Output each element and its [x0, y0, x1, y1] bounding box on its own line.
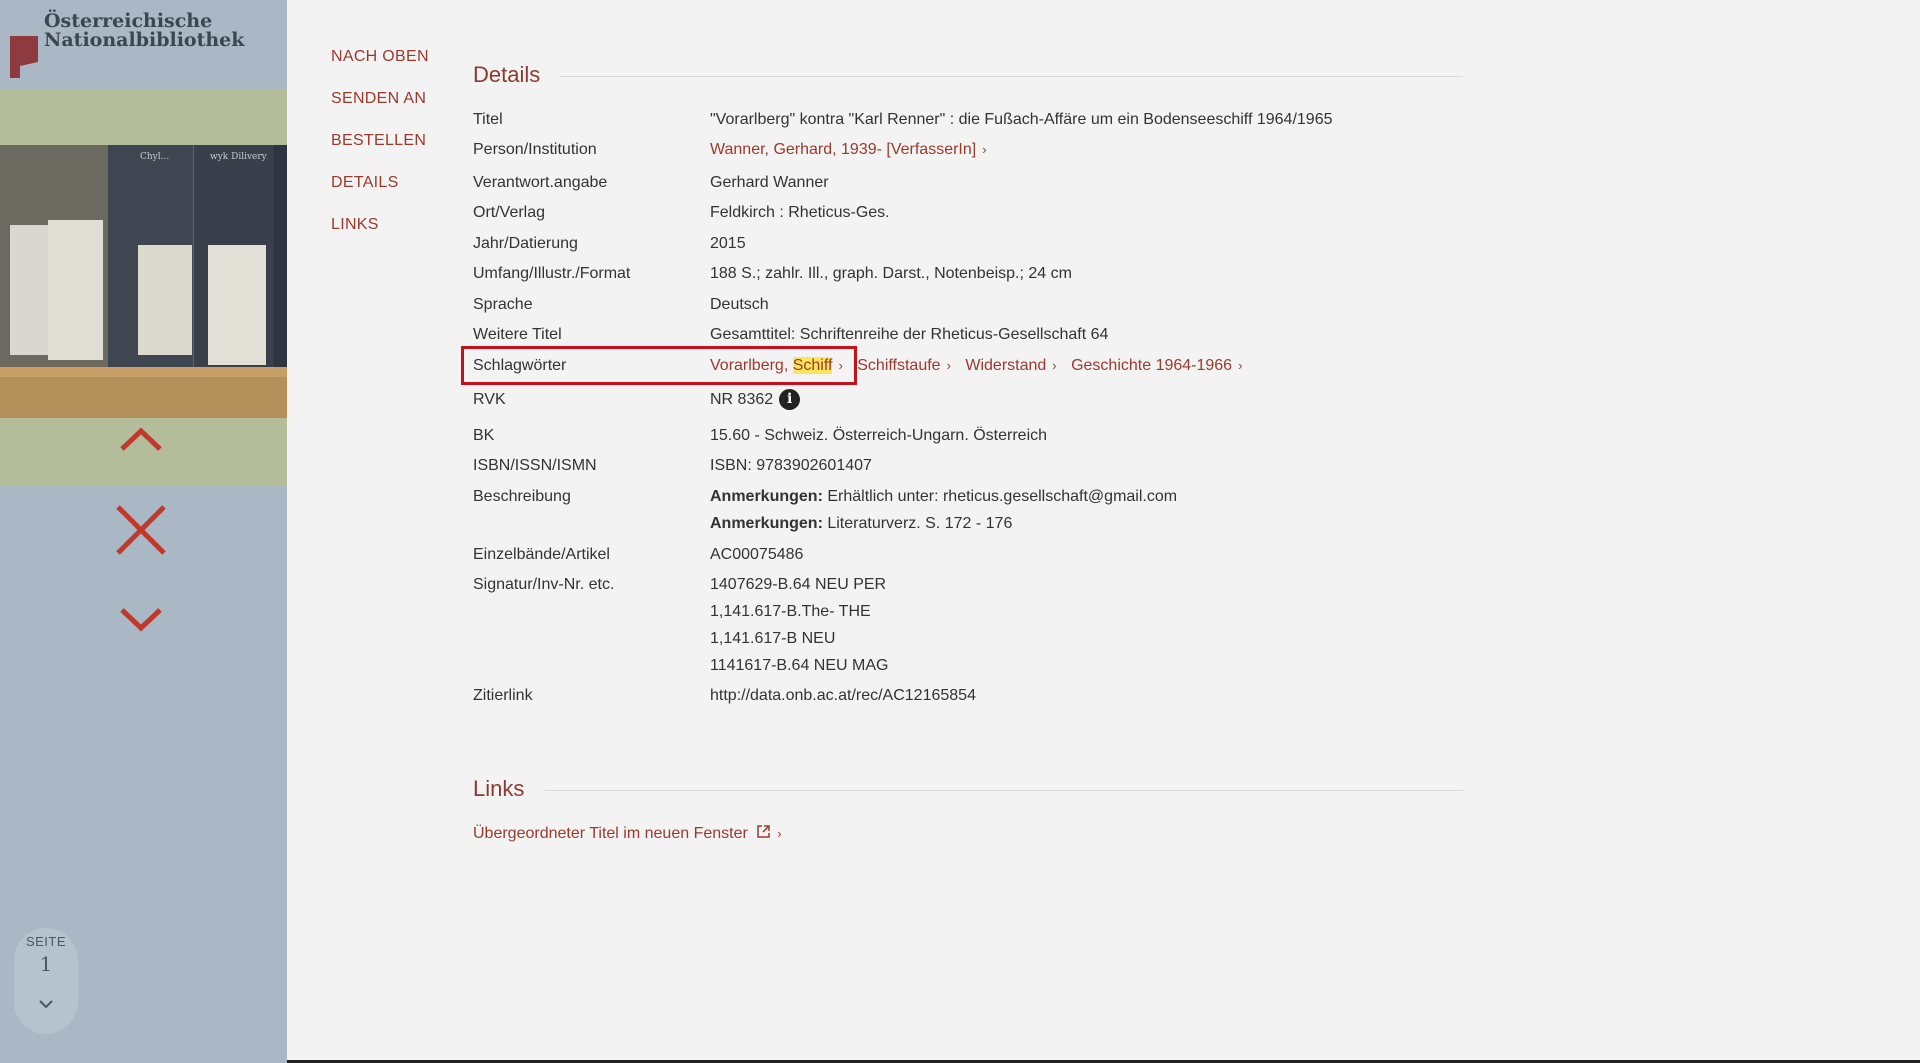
svg-text:Chyl...: Chyl... — [140, 152, 169, 162]
label-einzelbaende: Einzelbände/Artikel — [473, 546, 610, 563]
details-heading: Details — [473, 62, 541, 87]
anmerkungen-label: Anmerkungen: — [710, 515, 823, 532]
close-icon[interactable] — [114, 503, 168, 557]
value-weitere: Gesamttitel: Schriftenreihe der Rheticus… — [710, 326, 1109, 343]
value-einzelbaende: AC00075486 — [710, 546, 804, 563]
label-zitierlink: Zitierlink — [473, 687, 533, 704]
subject-link-widerstand[interactable]: Widerstand — [965, 357, 1046, 374]
left-panel: Österreichische Nationalbibliothek Chyl.… — [0, 0, 287, 1063]
chevron-right-icon: › — [1052, 358, 1057, 373]
page-down-chevron-icon[interactable] — [36, 994, 56, 1014]
value-signatur-1: 1407629-B.64 NEU PER — [710, 576, 887, 593]
label-bk: BK — [473, 427, 495, 444]
value-sprache: Deutsch — [710, 296, 769, 313]
info-icon[interactable]: i — [779, 389, 801, 411]
external-link-icon — [757, 825, 771, 838]
value-jahr: 2015 — [710, 235, 746, 252]
page-number: 1 — [39, 952, 53, 976]
label-umfang: Umfang/Illustr./Format — [473, 265, 631, 282]
highlight-annotation-box — [461, 346, 857, 385]
value-umfang: 188 S.; zahlr. Ill., graph. Darst., Note… — [710, 265, 1072, 282]
page-label: SEITE — [25, 934, 67, 949]
chevron-down-icon[interactable] — [118, 606, 164, 634]
svg-text:wyk Dilivery: wyk Dilivery — [210, 152, 268, 162]
chevron-right-icon: › — [1238, 358, 1243, 373]
value-signatur-4: 1141617-B.64 NEU MAG — [710, 657, 889, 674]
label-titel: Titel — [473, 111, 503, 128]
label-beschreibung: Beschreibung — [473, 488, 571, 505]
jump-nav: NACH OBEN SENDEN AN BESTELLEN DETAILS LI… — [331, 46, 429, 256]
label-isbn: ISBN/ISSN/ISMN — [473, 457, 597, 474]
book-cover-image: Chyl... wyk Dilivery — [0, 145, 287, 418]
label-sprache: Sprache — [473, 296, 533, 313]
logo-line-2: Nationalbibliothek — [44, 29, 245, 51]
value-signatur-2: 1,141.617-B.The- THE — [710, 603, 871, 620]
value-bk: 15.60 - Schweiz. Österreich-Ungarn. Öste… — [710, 427, 1048, 444]
value-signatur-3: 1,141.617-B NEU — [710, 630, 836, 647]
label-weitere: Weitere Titel — [473, 326, 562, 343]
links-divider — [545, 790, 1463, 791]
anmerkung-2: Literaturverz. S. 172 - 176 — [822, 515, 1013, 532]
subject-link-geschichte[interactable]: Geschichte 1964-1966 — [1071, 357, 1232, 374]
main-content: NACH OBEN SENDEN AN BESTELLEN DETAILS LI… — [287, 0, 1920, 1063]
value-ort: Feldkirch : Rheticus-Ges. — [710, 204, 890, 221]
value-titel: "Vorarlberg" kontra "Karl Renner" : die … — [710, 111, 1333, 128]
label-signatur: Signatur/Inv-Nr. etc. — [473, 576, 615, 593]
label-jahr: Jahr/Datierung — [473, 235, 578, 252]
jump-bestellen[interactable]: BESTELLEN — [331, 130, 429, 152]
jump-details[interactable]: DETAILS — [331, 172, 429, 194]
value-beschreibung-1: Anmerkungen: Erhältlich unter: rheticus.… — [710, 483, 1177, 510]
value-verantwort: Gerhard Wanner — [710, 174, 829, 191]
logo-text: Österreichische Nationalbibliothek — [44, 12, 244, 50]
label-person: Person/Institution — [473, 141, 597, 158]
jump-senden-an[interactable]: SENDEN AN — [331, 88, 429, 110]
value-isbn: ISBN: 9783902601407 — [710, 457, 872, 474]
chevron-up-icon[interactable] — [118, 425, 164, 453]
value-zitierlink[interactable]: http://data.onb.ac.at/rec/AC12165854 — [710, 682, 976, 709]
link-person[interactable]: Wanner, Gerhard, 1939- [VerfasserIn] — [710, 141, 976, 158]
chevron-right-icon: › — [946, 358, 951, 373]
chevron-right-icon: › — [777, 826, 782, 841]
anmerkung-1: Erhältlich unter: rheticus.gesellschaft@… — [822, 488, 1178, 505]
onb-logo[interactable]: Österreichische Nationalbibliothek — [0, 0, 287, 90]
value-beschreibung-2: Anmerkungen: Literaturverz. S. 172 - 176 — [710, 510, 1012, 537]
subject-link-schiffstaufe[interactable]: Schiffstaufe — [857, 357, 940, 374]
details-divider — [560, 76, 1463, 77]
links-heading: Links — [473, 776, 525, 801]
label-ort: Ort/Verlag — [473, 204, 546, 221]
parent-title-link[interactable]: Übergeordneter Titel im neuen Fenster — [473, 825, 748, 842]
chevron-right-icon: › — [982, 142, 987, 157]
value-rvk: NR 8362 — [710, 391, 774, 408]
jump-links[interactable]: LINKS — [331, 214, 429, 236]
jump-nach-oben[interactable]: NACH OBEN — [331, 46, 429, 68]
logo-flag-icon — [10, 36, 38, 78]
label-verantwort: Verantwort.angabe — [473, 174, 608, 191]
sidebar-band — [0, 90, 287, 145]
label-rvk: RVK — [473, 391, 506, 408]
anmerkungen-label: Anmerkungen: — [710, 488, 823, 505]
page-indicator[interactable]: SEITE 1 — [14, 928, 78, 1034]
